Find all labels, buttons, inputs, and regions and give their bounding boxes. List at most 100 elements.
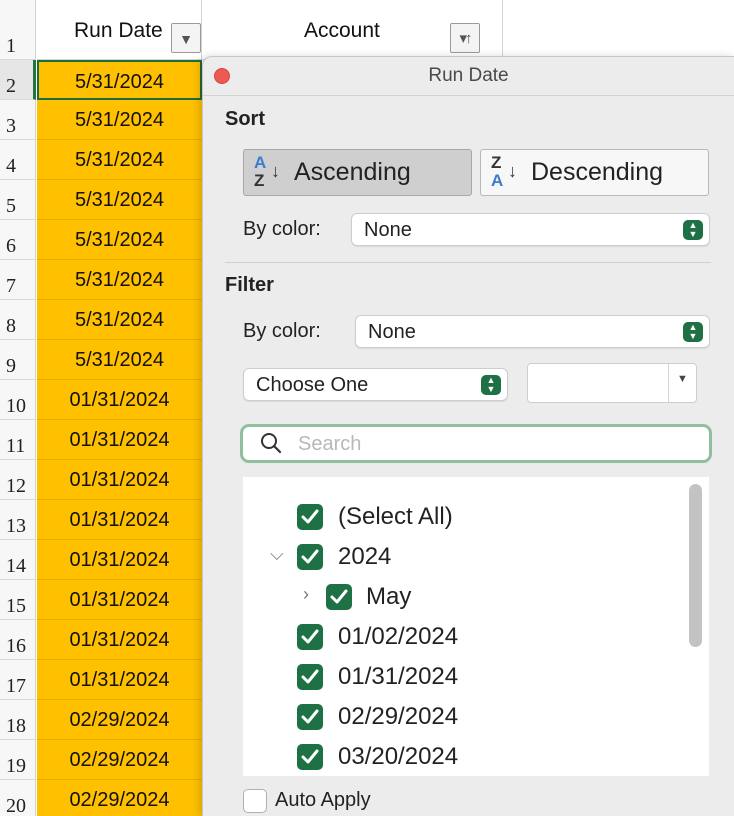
date-cell[interactable]: 02/29/2024 [37,780,202,816]
row-number[interactable]: 1 [0,0,36,60]
checkmark-icon [330,589,348,604]
header-label: Account [304,19,380,42]
date-cell[interactable]: 5/31/2024 [37,300,202,340]
sort-filter-icon: ▾↑ [459,30,472,47]
checkbox-checked[interactable] [297,624,323,650]
sort-descending-label: Descending [531,158,664,186]
chevron-down-icon[interactable]: ⌵ [270,544,284,565]
date-cell[interactable]: 5/31/2024 [37,180,202,220]
header-cell-account[interactable]: Account ▾↑ [203,0,503,60]
sort-section-label: Sort [225,108,265,130]
date-cell[interactable]: 01/31/2024 [37,500,202,540]
checkmark-icon [301,669,319,684]
row-header-column: 1 2 3 4 5 6 7 8 9 10 11 12 13 14 15 16 1… [0,0,36,816]
select-stepper-icon: ▲ ▼ [683,220,703,240]
popover-title: Run Date [428,65,509,86]
row-number[interactable]: 8 [0,300,36,340]
checkbox-checked[interactable] [326,584,352,610]
auto-apply-checkbox[interactable] [243,789,267,813]
arrow-down-icon: ↓ [508,161,517,181]
row-number[interactable]: 7 [0,260,36,300]
date-cell[interactable]: 01/31/2024 [37,460,202,500]
date-cell[interactable]: 5/31/2024 [37,260,202,300]
list-item-year-2024[interactable]: ⌵ 2024 [243,540,643,574]
auto-apply-label: Auto Apply [275,789,371,811]
chevron-right-icon[interactable]: › [303,584,309,605]
checkbox-checked[interactable] [297,744,323,770]
row-number[interactable]: 4 [0,140,36,180]
date-cell[interactable]: 01/31/2024 [37,620,202,660]
date-cell[interactable]: 01/31/2024 [37,580,202,620]
sort-ascending-button[interactable]: A Z ↓ Ascending [243,149,472,196]
date-cell[interactable]: 01/31/2024 [37,660,202,700]
checkbox-checked[interactable] [297,664,323,690]
date-cell[interactable]: 5/31/2024 [37,340,202,380]
list-item-date[interactable]: 03/20/2024 [243,740,643,774]
checkmark-icon [301,749,319,764]
row-number[interactable]: 17 [0,660,36,700]
row-number[interactable]: 10 [0,380,36,420]
header-row: Run Date ▼ Account ▾↑ [37,0,734,60]
sort-az-icon: A Z ↓ [254,153,280,190]
chevron-down-icon[interactable]: ▼ [668,364,696,402]
filter-popover: Run Date Sort A Z ↓ Ascending Z A ↓ Desc… [202,56,734,816]
list-item-select-all[interactable]: (Select All) [243,500,643,534]
list-item-date[interactable]: 01/31/2024 [243,660,643,694]
row-number[interactable]: 12 [0,460,36,500]
list-item-date[interactable]: 01/02/2024 [243,620,643,654]
filter-condition-select[interactable]: Choose One ▲ ▼ [243,368,508,401]
row-number[interactable]: 18 [0,700,36,740]
select-stepper-icon: ▲ ▼ [481,375,501,395]
row-number[interactable]: 19 [0,740,36,780]
search-input[interactable] [298,430,698,458]
sort-by-color-label: By color: [243,218,321,240]
date-cell[interactable]: 5/31/2024 [37,60,202,100]
date-cell[interactable]: 01/31/2024 [37,420,202,460]
row-number[interactable]: 15 [0,580,36,620]
sort-filter-button[interactable]: ▾↑ [450,23,480,53]
date-cell[interactable]: 02/29/2024 [37,700,202,740]
select-stepper-icon: ▲ ▼ [683,322,703,342]
row-number[interactable]: 2 [0,60,36,100]
sort-za-icon: Z A ↓ [491,153,517,190]
row-number[interactable]: 11 [0,420,36,460]
row-number[interactable]: 14 [0,540,36,580]
date-cell[interactable]: 5/31/2024 [37,100,202,140]
sort-descending-button[interactable]: Z A ↓ Descending [480,149,709,196]
row-number[interactable]: 6 [0,220,36,260]
date-cell[interactable]: 01/31/2024 [37,380,202,420]
triangle-down-icon: ▼ [179,31,193,47]
date-cell[interactable]: 5/31/2024 [37,220,202,260]
checkmark-icon [301,709,319,724]
list-item-date[interactable]: 02/29/2024 [243,700,643,734]
list-item-month-may[interactable]: › May [243,580,643,614]
filter-by-color-select[interactable]: None ▲ ▼ [355,315,710,348]
filter-value-list: (Select All) ⌵ 2024 › May 01/02/2024 01/… [243,477,709,776]
checkmark-icon [301,549,319,564]
title-divider [203,95,734,96]
arrow-down-icon: ↓ [271,161,280,181]
date-cell[interactable]: 01/31/2024 [37,540,202,580]
row-number[interactable]: 16 [0,620,36,660]
list-scrollbar[interactable] [689,484,702,647]
date-cell[interactable]: 5/31/2024 [37,140,202,180]
checkbox-checked[interactable] [297,544,323,570]
row-number[interactable]: 13 [0,500,36,540]
row-number[interactable]: 20 [0,780,36,816]
checkbox-checked[interactable] [297,704,323,730]
sort-ascending-label: Ascending [294,158,411,186]
date-cell[interactable]: 02/29/2024 [37,740,202,780]
filter-dropdown-button[interactable]: ▼ [171,23,201,53]
checkbox-checked[interactable] [297,504,323,530]
sort-by-color-select[interactable]: None ▲ ▼ [351,213,710,246]
row-number[interactable]: 9 [0,340,36,380]
column-run-date: 5/31/2024 5/31/2024 5/31/2024 5/31/2024 … [37,60,202,816]
filter-by-color-label: By color: [243,320,321,342]
header-cell-run-date[interactable]: Run Date ▼ [37,0,202,60]
section-divider [225,262,711,263]
row-number[interactable]: 3 [0,100,36,140]
search-field[interactable] [240,424,712,463]
filter-value-combobox[interactable]: ▼ [527,363,697,403]
header-label: Run Date [74,19,163,42]
row-number[interactable]: 5 [0,180,36,220]
